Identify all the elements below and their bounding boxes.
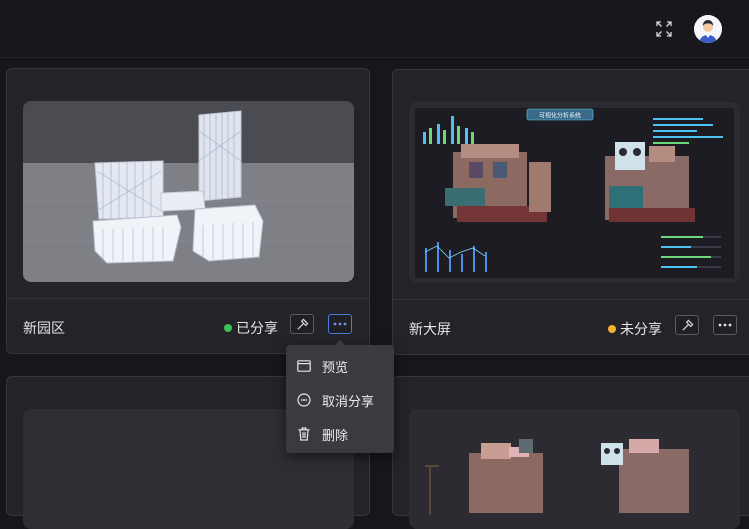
project-thumbnail[interactable] (409, 409, 740, 529)
status-dot (224, 324, 232, 332)
avatar[interactable] (694, 15, 722, 43)
fullscreen-button[interactable] (652, 17, 676, 41)
top-bar (0, 0, 749, 57)
project-card[interactable]: 可视化分析系统 新大屏 未分享 (392, 69, 749, 355)
menu-item-preview[interactable]: 预览 (286, 349, 394, 383)
project-card[interactable]: 新园区 已分享 (6, 68, 370, 354)
expand-icon (656, 21, 672, 37)
dashboard-preview-image: 可视化分析系统 (409, 102, 740, 283)
status-label: 已分享 (236, 320, 278, 336)
more-button[interactable] (713, 315, 737, 335)
divider (0, 57, 749, 58)
minus-circle-icon (297, 393, 311, 407)
status-label: 未分享 (620, 321, 662, 337)
project-thumbnail[interactable] (23, 101, 354, 282)
card-footer: 新大屏 未分享 (393, 299, 749, 355)
status-dot (608, 325, 616, 333)
ellipsis-icon (718, 323, 732, 327)
ellipsis-icon (333, 322, 347, 326)
building-model-image (23, 101, 354, 282)
dashboard-title: 可视化分析系统 (539, 112, 581, 120)
user-avatar-icon (694, 15, 722, 43)
menu-item-label: 删除 (322, 427, 349, 443)
menu-item-label: 预览 (322, 359, 349, 375)
menu-item-unshare[interactable]: 取消分享 (286, 383, 394, 417)
card-title: 新大屏 (409, 321, 451, 337)
context-menu: 预览 取消分享 删除 (286, 340, 394, 453)
dashboard-preview-image (425, 439, 689, 515)
menu-item-delete[interactable]: 删除 (286, 417, 394, 451)
hammer-icon (296, 318, 308, 330)
more-button[interactable] (328, 314, 352, 334)
edit-button[interactable] (675, 315, 699, 335)
hammer-icon (681, 319, 693, 331)
project-card[interactable] (392, 376, 749, 529)
share-status: 已分享 (224, 318, 278, 338)
card-title: 新园区 (23, 320, 65, 336)
project-thumbnail[interactable]: 可视化分析系统 (409, 102, 740, 283)
trash-icon (297, 427, 311, 441)
menu-item-label: 取消分享 (322, 393, 375, 409)
window-icon (297, 359, 311, 373)
share-status: 未分享 (608, 319, 662, 339)
edit-button[interactable] (290, 314, 314, 334)
